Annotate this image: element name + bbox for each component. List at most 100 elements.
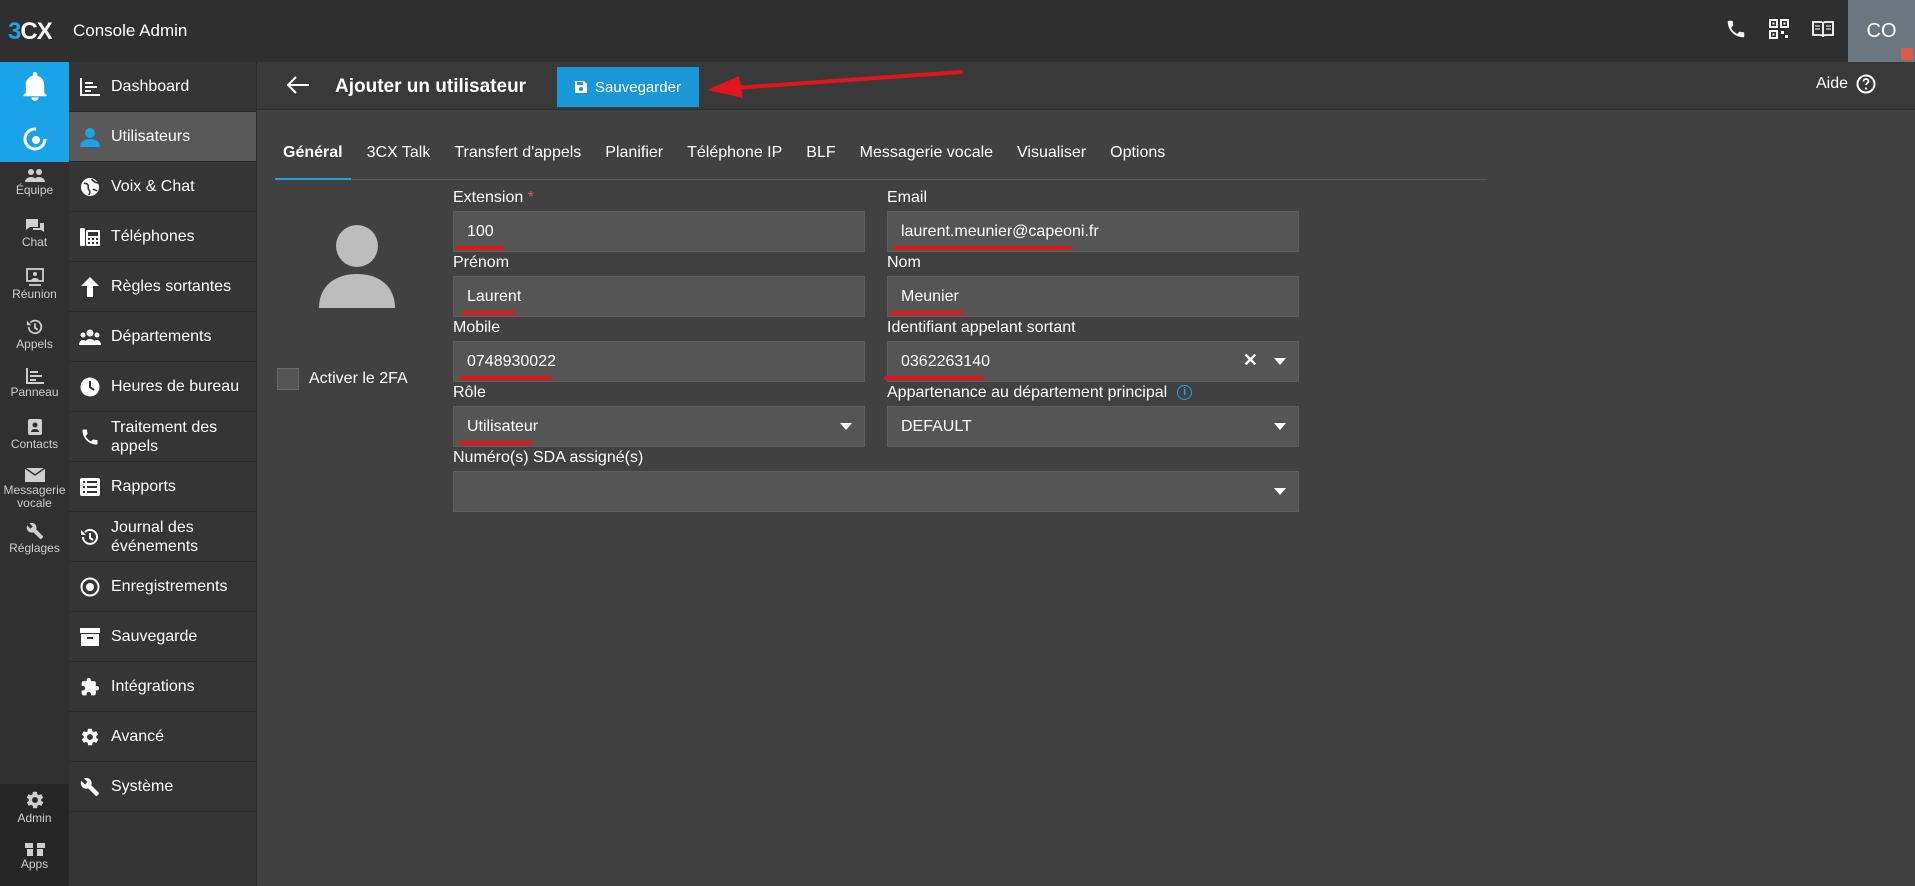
- group-icon: [77, 324, 103, 350]
- user-photo-placeholder-icon[interactable]: [319, 224, 395, 308]
- mail-icon: [24, 468, 45, 482]
- extension-label: Extension *: [453, 189, 534, 206]
- annotation-underline: [894, 246, 1072, 250]
- email-label: Email: [887, 189, 928, 206]
- record-icon: [77, 574, 103, 600]
- help-circle-icon: [1856, 74, 1876, 94]
- chevron-down-icon[interactable]: [840, 423, 852, 430]
- phone-device-icon: [77, 224, 103, 250]
- user-avatar-button[interactable]: CO: [1848, 0, 1915, 62]
- phone-icon: [77, 424, 103, 450]
- did-numbers-select[interactable]: [453, 471, 1299, 512]
- nav-item-advanced[interactable]: Avancé: [69, 712, 256, 762]
- nav-item-voice-chat[interactable]: Voix & Chat: [69, 162, 256, 212]
- rail-item-apps[interactable]: Apps: [0, 834, 69, 884]
- clock-icon: [77, 374, 103, 400]
- back-arrow-icon[interactable]: [286, 76, 309, 99]
- tab-general[interactable]: Général: [275, 134, 351, 180]
- first-name-field[interactable]: Laurent: [453, 276, 865, 317]
- tab-3cx-talk[interactable]: 3CX Talk: [359, 134, 439, 180]
- nav-item-integrations[interactable]: Intégrations: [69, 662, 256, 712]
- role-select[interactable]: Utilisateur: [453, 406, 865, 447]
- panel-icon: [25, 368, 44, 384]
- arrow-up-icon: [77, 274, 103, 300]
- nav-item-phones[interactable]: Téléphones: [69, 212, 256, 262]
- user-initials: CO: [1866, 19, 1897, 42]
- help-link[interactable]: Aide: [1816, 74, 1876, 94]
- meeting-icon: [25, 268, 44, 286]
- mobile-label: Mobile: [453, 319, 501, 336]
- tab-blf[interactable]: BLF: [798, 134, 843, 180]
- nav-item-call-handling[interactable]: Traitement des appels: [69, 412, 256, 462]
- tab-options[interactable]: Options: [1102, 134, 1173, 180]
- email-field[interactable]: laurent.meunier@capeoni.fr: [887, 211, 1299, 252]
- nav-item-backup[interactable]: Sauvegarde: [69, 612, 256, 662]
- main-content: Ajouter un utilisateur Sauvegarder Aide …: [256, 62, 1915, 886]
- rail-item-contacts[interactable]: Contacts: [0, 412, 69, 462]
- book-icon[interactable]: [1811, 19, 1835, 39]
- clear-icon[interactable]: ✕: [1243, 350, 1258, 371]
- tab-voicemail[interactable]: Messagerie vocale: [852, 134, 1001, 180]
- annotation-underline: [460, 376, 552, 380]
- report-icon: [77, 474, 103, 500]
- phone-icon[interactable]: [1725, 18, 1747, 40]
- wrench-icon: [26, 522, 43, 540]
- save-button[interactable]: Sauvegarder: [557, 67, 699, 107]
- rail-item-voicemail[interactable]: Messagerie vocale: [0, 462, 69, 512]
- tab-schedule[interactable]: Planifier: [597, 134, 671, 180]
- chevron-down-icon[interactable]: [1274, 358, 1286, 365]
- annotation-underline: [460, 441, 532, 445]
- nav-item-office-hours[interactable]: Heures de bureau: [69, 362, 256, 412]
- contacts-icon: [27, 419, 42, 435]
- nav-item-event-log[interactable]: Journal des événements: [69, 512, 256, 562]
- outbound-caller-id-select[interactable]: 0362263140 ✕: [884, 341, 1299, 382]
- qr-code-icon[interactable]: [1769, 19, 1789, 39]
- chat-icon: [25, 219, 44, 232]
- gear-icon: [26, 791, 43, 809]
- rail-item-panel[interactable]: Panneau: [0, 362, 69, 412]
- nav-item-dashboard[interactable]: Dashboard: [69, 62, 256, 112]
- info-icon[interactable]: i: [1177, 385, 1193, 401]
- mobile-field[interactable]: 0748930022: [453, 341, 865, 382]
- nav-item-reports[interactable]: Rapports: [69, 462, 256, 512]
- rail-item-chat[interactable]: Chat: [0, 212, 69, 262]
- app-logo: 3CX: [8, 18, 53, 45]
- rail-item-admin[interactable]: Admin: [0, 784, 69, 834]
- floppy-disk-icon: [575, 81, 588, 93]
- tab-ip-phone[interactable]: Téléphone IP: [679, 134, 790, 180]
- rail-item-meeting[interactable]: Réunion: [0, 262, 69, 312]
- nav-item-recordings[interactable]: Enregistrements: [69, 562, 256, 612]
- rail-item-team[interactable]: Équipe: [0, 162, 69, 212]
- tab-call-forwarding[interactable]: Transfert d'appels: [446, 134, 589, 180]
- rail-item-calls[interactable]: Appels: [0, 312, 69, 362]
- annotation-underline: [884, 376, 984, 380]
- 2fa-checkbox[interactable]: [277, 368, 299, 390]
- annotation-underline: [456, 246, 504, 250]
- globe-icon: [77, 174, 103, 200]
- nav-item-system[interactable]: Système: [69, 762, 256, 812]
- rail-item-settings[interactable]: Réglages: [0, 516, 69, 566]
- did-numbers-label: Numéro(s) SDA assigné(s): [453, 449, 644, 466]
- apps-icon: [24, 840, 45, 856]
- extension-field[interactable]: 100: [453, 211, 865, 252]
- nav-sidebar: Dashboard Utilisateurs Voix & Chat Télép…: [69, 62, 256, 886]
- nav-item-outbound-rules[interactable]: Règles sortantes: [69, 262, 256, 312]
- switch-app-icon[interactable]: [23, 127, 47, 156]
- nav-item-users[interactable]: Utilisateurs: [69, 112, 256, 162]
- history-icon: [77, 524, 103, 550]
- last-name-field[interactable]: Meunier: [887, 276, 1299, 317]
- role-label: Rôle: [453, 384, 486, 401]
- chevron-down-icon[interactable]: [1274, 488, 1286, 495]
- bell-icon[interactable]: [21, 72, 49, 107]
- 2fa-toggle[interactable]: Activer le 2FA: [277, 368, 408, 390]
- annotation-underline: [462, 311, 516, 315]
- first-name-label: Prénom: [453, 254, 510, 271]
- primary-department-select[interactable]: DEFAULT: [887, 406, 1299, 447]
- archive-icon: [77, 624, 103, 650]
- primary-department-label: Appartenance au département principal i: [887, 384, 1193, 402]
- annotation-underline: [890, 311, 964, 315]
- chevron-down-icon[interactable]: [1274, 423, 1286, 430]
- nav-item-departments[interactable]: Départements: [69, 312, 256, 362]
- tab-view[interactable]: Visualiser: [1009, 134, 1094, 180]
- app-title: Console Admin: [73, 21, 188, 40]
